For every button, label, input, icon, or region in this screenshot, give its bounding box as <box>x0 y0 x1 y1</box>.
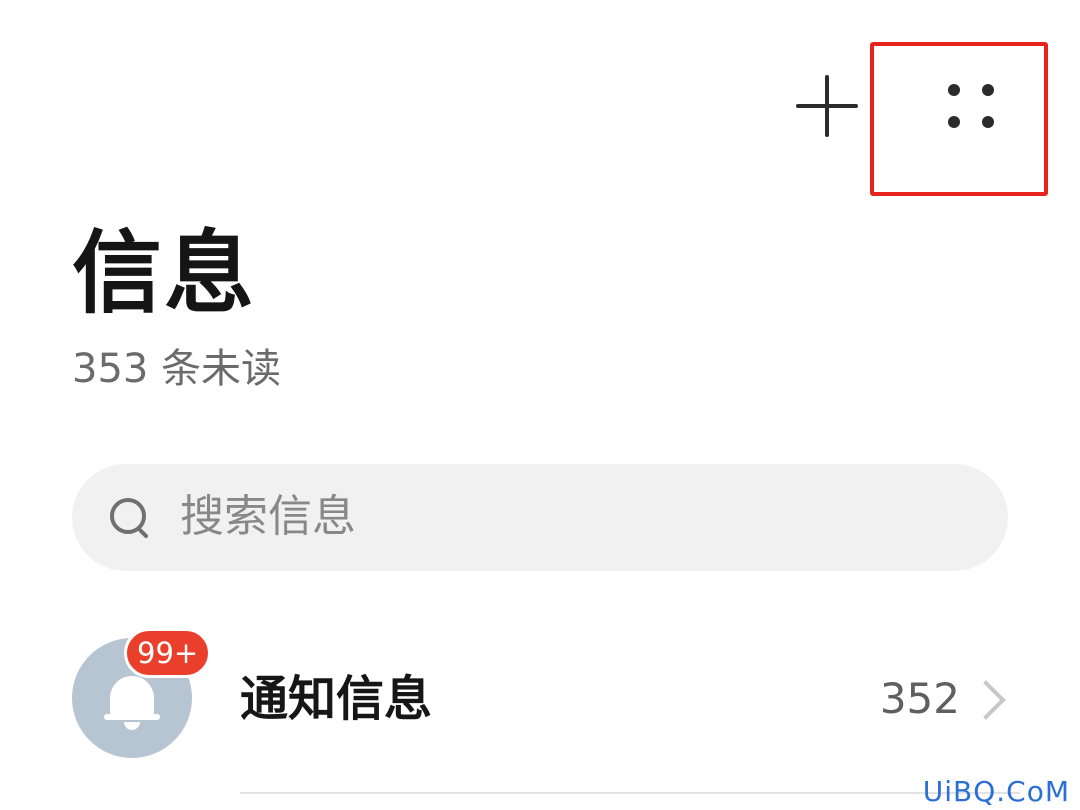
page-title: 信息 <box>72 221 256 326</box>
bell-icon <box>104 672 160 732</box>
search-input[interactable]: 搜索信息 <box>72 464 1008 571</box>
search-placeholder: 搜索信息 <box>180 491 356 542</box>
more-options-button[interactable] <box>945 82 1001 132</box>
list-item-notifications[interactable]: 99+ 通知信息 352 <box>72 628 1008 768</box>
chevron-right-icon <box>966 680 1006 720</box>
dot-icon <box>982 116 994 128</box>
unread-badge: 99+ <box>124 628 212 678</box>
search-icon <box>110 498 150 539</box>
dot-icon <box>982 84 994 96</box>
plus-icon[interactable] <box>796 75 860 139</box>
list-item-title: 通知信息 <box>240 671 433 727</box>
divider <box>240 792 1020 794</box>
list-item-count: 352 <box>879 674 960 723</box>
dot-icon <box>948 84 960 96</box>
unread-count: 353 条未读 <box>72 346 282 392</box>
watermark: UiBQ.CoM <box>922 775 1070 808</box>
dot-icon <box>948 116 960 128</box>
